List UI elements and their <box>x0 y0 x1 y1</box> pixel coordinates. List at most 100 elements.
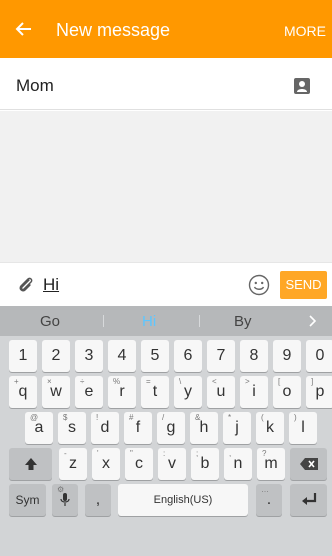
key-8[interactable]: 8 <box>240 340 268 372</box>
key-w[interactable]: × w <box>42 376 70 408</box>
key-3[interactable]: 3 <box>75 340 103 372</box>
key-2[interactable]: 2 <box>42 340 70 372</box>
chevron-right-icon[interactable] <box>309 315 317 327</box>
key-n[interactable]: ,n <box>224 448 252 480</box>
key-4[interactable]: 4 <box>108 340 136 372</box>
key-label: d <box>100 419 110 436</box>
suggestion-go[interactable]: Go <box>40 313 60 330</box>
key-r[interactable]: % r <box>108 376 136 408</box>
key-e[interactable]: ÷ e <box>75 376 103 408</box>
app-bar: New message MORE <box>0 0 332 58</box>
space-key[interactable]: English(US) <box>118 484 248 516</box>
key-v[interactable]: :v <box>158 448 186 480</box>
key-d[interactable]: ! d <box>91 412 119 444</box>
key-a[interactable]: @ a <box>25 412 53 444</box>
key-label: 7 <box>216 347 226 364</box>
suggestion-by[interactable]: By <box>234 313 252 330</box>
key-label: 4 <box>117 347 127 364</box>
send-button[interactable]: SEND <box>280 271 327 299</box>
key-hint: # <box>129 413 134 422</box>
key-hint: : <box>163 449 166 458</box>
key-c[interactable]: " c <box>125 448 153 480</box>
key-hint: ' <box>97 449 99 458</box>
key-hint: $ <box>63 413 68 422</box>
key-label: 9 <box>282 347 292 364</box>
key-o[interactable]: [o <box>273 376 301 408</box>
key-7[interactable]: 7 <box>207 340 235 372</box>
comma-key[interactable]: , <box>85 484 111 516</box>
key-label: u <box>216 383 226 400</box>
key-hint: ) <box>294 413 297 422</box>
more-button[interactable]: MORE <box>284 23 326 39</box>
suggestion-divider <box>199 315 200 327</box>
key-hint: … <box>261 485 269 494</box>
key-label: c <box>135 455 143 472</box>
key-hint: = <box>146 377 151 386</box>
smiley-icon[interactable] <box>248 274 270 296</box>
key-l[interactable]: ) l <box>289 412 317 444</box>
recipient-name[interactable]: Mom <box>16 76 54 96</box>
suggestion-hi[interactable]: Hi <box>142 313 156 330</box>
key-h[interactable]: & h <box>190 412 218 444</box>
recipient-row[interactable]: Mom <box>0 58 332 110</box>
key-hint: + <box>14 377 19 386</box>
key-x[interactable]: ' x <box>92 448 120 480</box>
key-i[interactable]: > i <box>240 376 268 408</box>
key-label: 0 <box>315 347 325 364</box>
key-label: k <box>266 419 274 436</box>
key-label: 5 <box>150 347 160 364</box>
backspace-key[interactable] <box>290 448 327 480</box>
key-6[interactable]: 6 <box>174 340 202 372</box>
key-hint: / <box>162 413 165 422</box>
key-t[interactable]: = t <box>141 376 169 408</box>
key-label: y <box>184 383 192 400</box>
key-s[interactable]: $ s <box>58 412 86 444</box>
paperclip-icon[interactable] <box>16 275 36 295</box>
voice-input-key[interactable]: ⚙ <box>52 484 78 516</box>
key-label: o <box>282 383 292 400</box>
shift-icon <box>24 458 37 470</box>
key-hint: > <box>245 377 250 386</box>
message-input[interactable]: Hi <box>43 275 59 295</box>
sym-key[interactable]: Sym <box>9 484 46 516</box>
key-hint: < <box>212 377 217 386</box>
key-hint: ? <box>262 449 267 458</box>
key-hint: ] <box>311 377 314 386</box>
key-0[interactable]: 0 <box>306 340 332 372</box>
key-label: 3 <box>84 347 94 364</box>
shift-key[interactable] <box>9 448 52 480</box>
key-q[interactable]: + q <box>9 376 37 408</box>
key-1[interactable]: 1 <box>9 340 37 372</box>
key-hint: [ <box>278 377 281 386</box>
key-9[interactable]: 9 <box>273 340 301 372</box>
key-label: h <box>199 419 209 436</box>
key-f[interactable]: # f <box>124 412 152 444</box>
key-z[interactable]: -z <box>59 448 87 480</box>
key-label: t <box>152 383 158 400</box>
key-y[interactable]: \ y <box>174 376 202 408</box>
key-label: 2 <box>51 347 61 364</box>
key-hint: \ <box>179 377 182 386</box>
key-j[interactable]: * j <box>223 412 251 444</box>
key-label: 1 <box>18 347 28 364</box>
key-label: i <box>252 383 256 400</box>
compose-bar: Hi SEND <box>0 262 332 306</box>
key-label: q <box>18 383 28 400</box>
backspace-icon <box>299 458 318 470</box>
contact-card-icon[interactable] <box>294 78 310 94</box>
key-p[interactable]: ] p <box>306 376 332 408</box>
key-k[interactable]: (k <box>256 412 284 444</box>
key-5[interactable]: 5 <box>141 340 169 372</box>
key-b[interactable]: ; b <box>191 448 219 480</box>
key-label: v <box>168 455 176 472</box>
key-g[interactable]: / g <box>157 412 185 444</box>
key-label: 6 <box>183 347 193 364</box>
arrow-left-icon[interactable] <box>14 19 34 39</box>
key-hint: % <box>113 377 121 386</box>
key-label: s <box>68 419 76 436</box>
key-label: p <box>315 383 325 400</box>
period-key[interactable]: …. <box>256 484 282 516</box>
enter-key[interactable] <box>290 484 327 516</box>
key-m[interactable]: ? m <box>257 448 285 480</box>
key-u[interactable]: < u <box>207 376 235 408</box>
